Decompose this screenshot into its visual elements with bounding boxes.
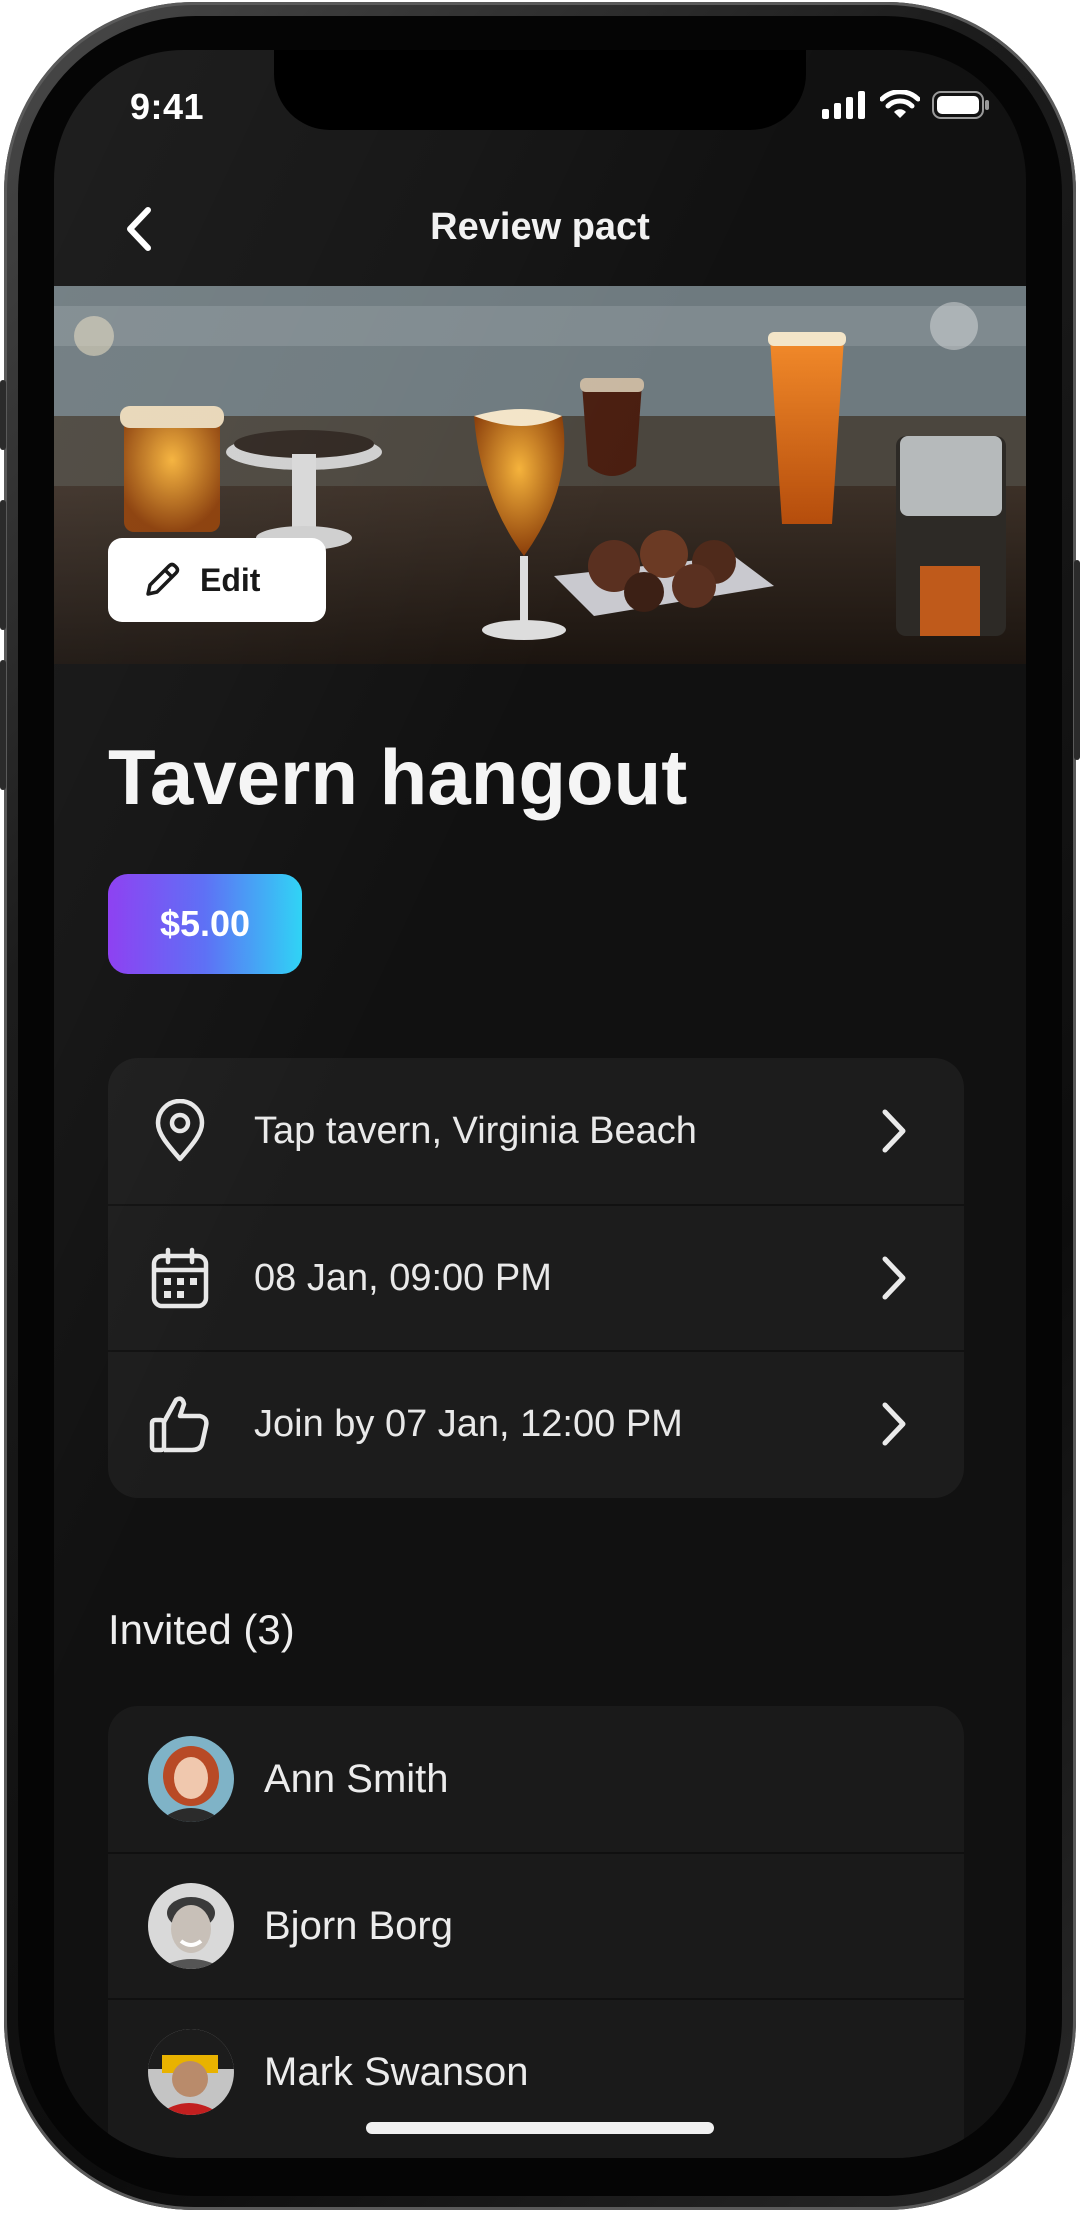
power-button: [1074, 560, 1080, 760]
detail-row-location[interactable]: Tap tavern, Virginia Beach: [108, 1058, 964, 1204]
top-nav-bar: Review pact: [54, 190, 1026, 270]
location-pin-icon: [148, 1099, 212, 1163]
volume-down-button: [0, 660, 6, 790]
app-screen: 9:41 Review pact Edit Tavern hangout $5.…: [54, 50, 1026, 2158]
pact-title: Tavern hangout: [108, 733, 688, 821]
calendar-icon: [148, 1246, 212, 1310]
detail-join-text: Join by 07 Jan, 12:00 PM: [254, 1402, 683, 1445]
invitee-name: Ann Smith: [264, 1756, 449, 1801]
detail-row-join-deadline[interactable]: Join by 07 Jan, 12:00 PM: [108, 1350, 964, 1496]
detail-row-date[interactable]: 08 Jan, 09:00 PM: [108, 1204, 964, 1350]
detail-date-text: 08 Jan, 09:00 PM: [254, 1256, 552, 1299]
edit-label: Edit: [200, 561, 261, 598]
invited-section-title: Invited (3): [108, 1606, 295, 1653]
avatar: [148, 1883, 234, 1969]
avatar: [148, 1736, 234, 1822]
status-time: 9:41: [130, 86, 205, 127]
chevron-right-icon: [874, 1399, 914, 1449]
mute-switch: [0, 380, 6, 450]
signal-icon: [822, 91, 865, 119]
detail-location-text: Tap tavern, Virginia Beach: [254, 1109, 697, 1152]
pact-details-card: Tap tavern, Virginia Beach 08 Jan, 09:00: [108, 1058, 964, 1498]
chevron-right-icon: [874, 1253, 914, 1303]
notch: [274, 50, 806, 130]
status-icons: [822, 90, 990, 120]
thumbs-up-icon: [148, 1392, 212, 1456]
list-item[interactable]: Ann Smith: [108, 1706, 964, 1852]
edit-cover-button[interactable]: Edit: [108, 538, 326, 622]
volume-up-button: [0, 500, 6, 630]
invited-list: Ann Smith Bjorn Borg Mark Swanson: [108, 1706, 964, 2158]
chevron-right-icon: [874, 1106, 914, 1156]
wifi-icon: [880, 90, 920, 118]
invitee-name: Mark Swanson: [264, 2049, 529, 2094]
battery-icon: [932, 91, 989, 119]
price-badge: $5.00: [108, 874, 302, 974]
avatar: [148, 2029, 234, 2115]
home-indicator: [366, 2122, 714, 2134]
list-item[interactable]: Bjorn Borg: [108, 1852, 964, 1998]
pencil-icon: [146, 562, 180, 596]
invitee-name: Bjorn Borg: [264, 1903, 453, 1948]
cover-image: Edit: [54, 286, 1026, 664]
page-title: Review pact: [430, 206, 650, 248]
